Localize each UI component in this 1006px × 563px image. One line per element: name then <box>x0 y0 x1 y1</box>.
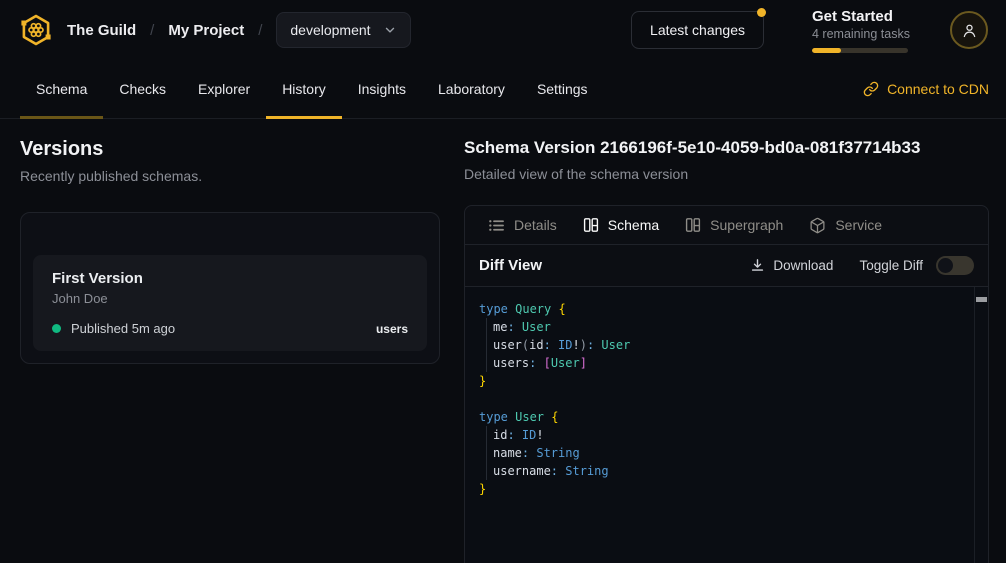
main-content: Versions Recently published schemas. Fir… <box>0 119 1006 563</box>
toggle-diff-switch[interactable] <box>936 256 974 275</box>
nav-tab-insights[interactable]: Insights <box>342 60 422 118</box>
detail-tab-supergraph[interactable]: Supergraph <box>672 206 796 244</box>
diff-view-header: Diff View Download Toggle Diff <box>465 245 988 287</box>
version-list-item[interactable]: First Version John Doe Published 5m ago … <box>33 255 427 351</box>
detail-tab-label: Service <box>835 217 882 233</box>
versions-subtitle: Recently published schemas. <box>20 168 440 184</box>
detail-tab-details[interactable]: Details <box>475 206 570 244</box>
download-label: Download <box>773 258 833 273</box>
schema-code-viewer: type Query {me: Useruser(id: ID!): Useru… <box>465 287 988 563</box>
schema-detail-panel: Details Schema Supergraph Service Diff View… <box>464 205 989 563</box>
breadcrumb-org[interactable]: The Guild <box>67 22 136 39</box>
version-status-row: Published 5m ago users <box>52 321 408 336</box>
code-line: name: String <box>479 444 972 462</box>
versions-title: Versions <box>20 137 440 161</box>
code-scrollbar-thumb[interactable] <box>976 297 987 302</box>
detail-tab-label: Supergraph <box>710 217 783 233</box>
code-line <box>479 390 972 408</box>
detail-subtitle: Detailed view of the schema version <box>464 166 989 182</box>
avatar[interactable] <box>950 11 988 49</box>
detail-tab-bar: Details Schema Supergraph Service <box>465 206 988 245</box>
download-button[interactable]: Download <box>750 258 833 273</box>
code-line: username: String <box>479 462 972 480</box>
notification-dot-icon <box>757 8 766 17</box>
code-line: me: User <box>479 318 972 336</box>
latest-changes-button[interactable]: Latest changes <box>631 11 764 49</box>
code-line: users: [User] <box>479 354 972 372</box>
versions-column: Versions Recently published schemas. Fir… <box>20 137 440 563</box>
detail-column: Schema Version 2166196f-5e10-4059-bd0a-0… <box>464 137 989 563</box>
detail-tab-label: Details <box>514 217 557 233</box>
code-line: id: ID! <box>479 426 972 444</box>
get-started-widget[interactable]: Get Started 4 remaining tasks <box>812 8 908 53</box>
diff-view-title: Diff View <box>479 257 542 274</box>
code-line: type User { <box>479 408 972 426</box>
download-icon <box>750 258 765 273</box>
get-started-subtitle: 4 remaining tasks <box>812 27 908 41</box>
code-line: type Query { <box>479 300 972 318</box>
columns-icon <box>685 217 701 233</box>
main-nav-tabs: SchemaChecksExplorerHistoryInsightsLabor… <box>20 60 604 118</box>
columns-icon <box>583 217 599 233</box>
published-dot-icon <box>52 324 61 333</box>
switch-knob <box>938 258 953 273</box>
code-line: } <box>479 372 972 390</box>
nav-tab-schema[interactable]: Schema <box>20 60 103 118</box>
main-nav: SchemaChecksExplorerHistoryInsightsLabor… <box>0 60 1006 119</box>
code-scrollbar[interactable] <box>974 287 988 563</box>
cube-icon <box>809 217 826 234</box>
detail-tab-schema[interactable]: Schema <box>570 206 672 244</box>
nav-tab-checks[interactable]: Checks <box>103 60 182 118</box>
breadcrumb-separator: / <box>150 22 154 39</box>
breadcrumb-separator: / <box>258 22 262 39</box>
detail-tab-service[interactable]: Service <box>796 206 895 244</box>
hive-logo[interactable] <box>18 12 54 48</box>
get-started-progress-bar <box>812 48 908 53</box>
versions-list-card: First Version John Doe Published 5m ago … <box>20 212 440 364</box>
code-line: user(id: ID!): User <box>479 336 972 354</box>
connect-cdn-link[interactable]: Connect to CDN <box>863 60 989 118</box>
top-header: The Guild / My Project / development Lat… <box>0 0 1006 60</box>
target-selector-value: development <box>290 22 370 38</box>
nav-tab-settings[interactable]: Settings <box>521 60 604 118</box>
nav-tab-explorer[interactable]: Explorer <box>182 60 266 118</box>
list-icon <box>488 217 505 234</box>
target-selector[interactable]: development <box>276 12 410 48</box>
version-title: First Version <box>52 270 408 287</box>
code-line: } <box>479 480 972 498</box>
detail-tab-label: Schema <box>608 217 659 233</box>
toggle-diff-label: Toggle Diff <box>859 258 923 273</box>
diff-view-actions: Download Toggle Diff <box>750 256 974 275</box>
breadcrumb-project[interactable]: My Project <box>168 22 244 39</box>
version-author: John Doe <box>52 291 408 306</box>
link-icon <box>863 81 879 97</box>
nav-tab-history[interactable]: History <box>266 60 342 118</box>
get-started-title: Get Started <box>812 8 908 25</box>
person-icon <box>960 21 979 40</box>
app-root: The Guild / My Project / development Lat… <box>0 0 1006 563</box>
version-status: Published 5m ago <box>71 321 175 336</box>
chevron-down-icon <box>383 23 397 37</box>
detail-title: Schema Version 2166196f-5e10-4059-bd0a-0… <box>464 137 989 159</box>
breadcrumb: The Guild / My Project / development <box>67 12 411 48</box>
schema-code: type Query {me: Useruser(id: ID!): Useru… <box>479 300 972 498</box>
latest-changes-label: Latest changes <box>650 22 745 38</box>
get-started-progress-fill <box>812 48 841 53</box>
nav-tab-laboratory[interactable]: Laboratory <box>422 60 521 118</box>
toggle-diff-group: Toggle Diff <box>859 256 974 275</box>
version-service-badge: users <box>376 322 408 336</box>
connect-cdn-label: Connect to CDN <box>887 81 989 97</box>
